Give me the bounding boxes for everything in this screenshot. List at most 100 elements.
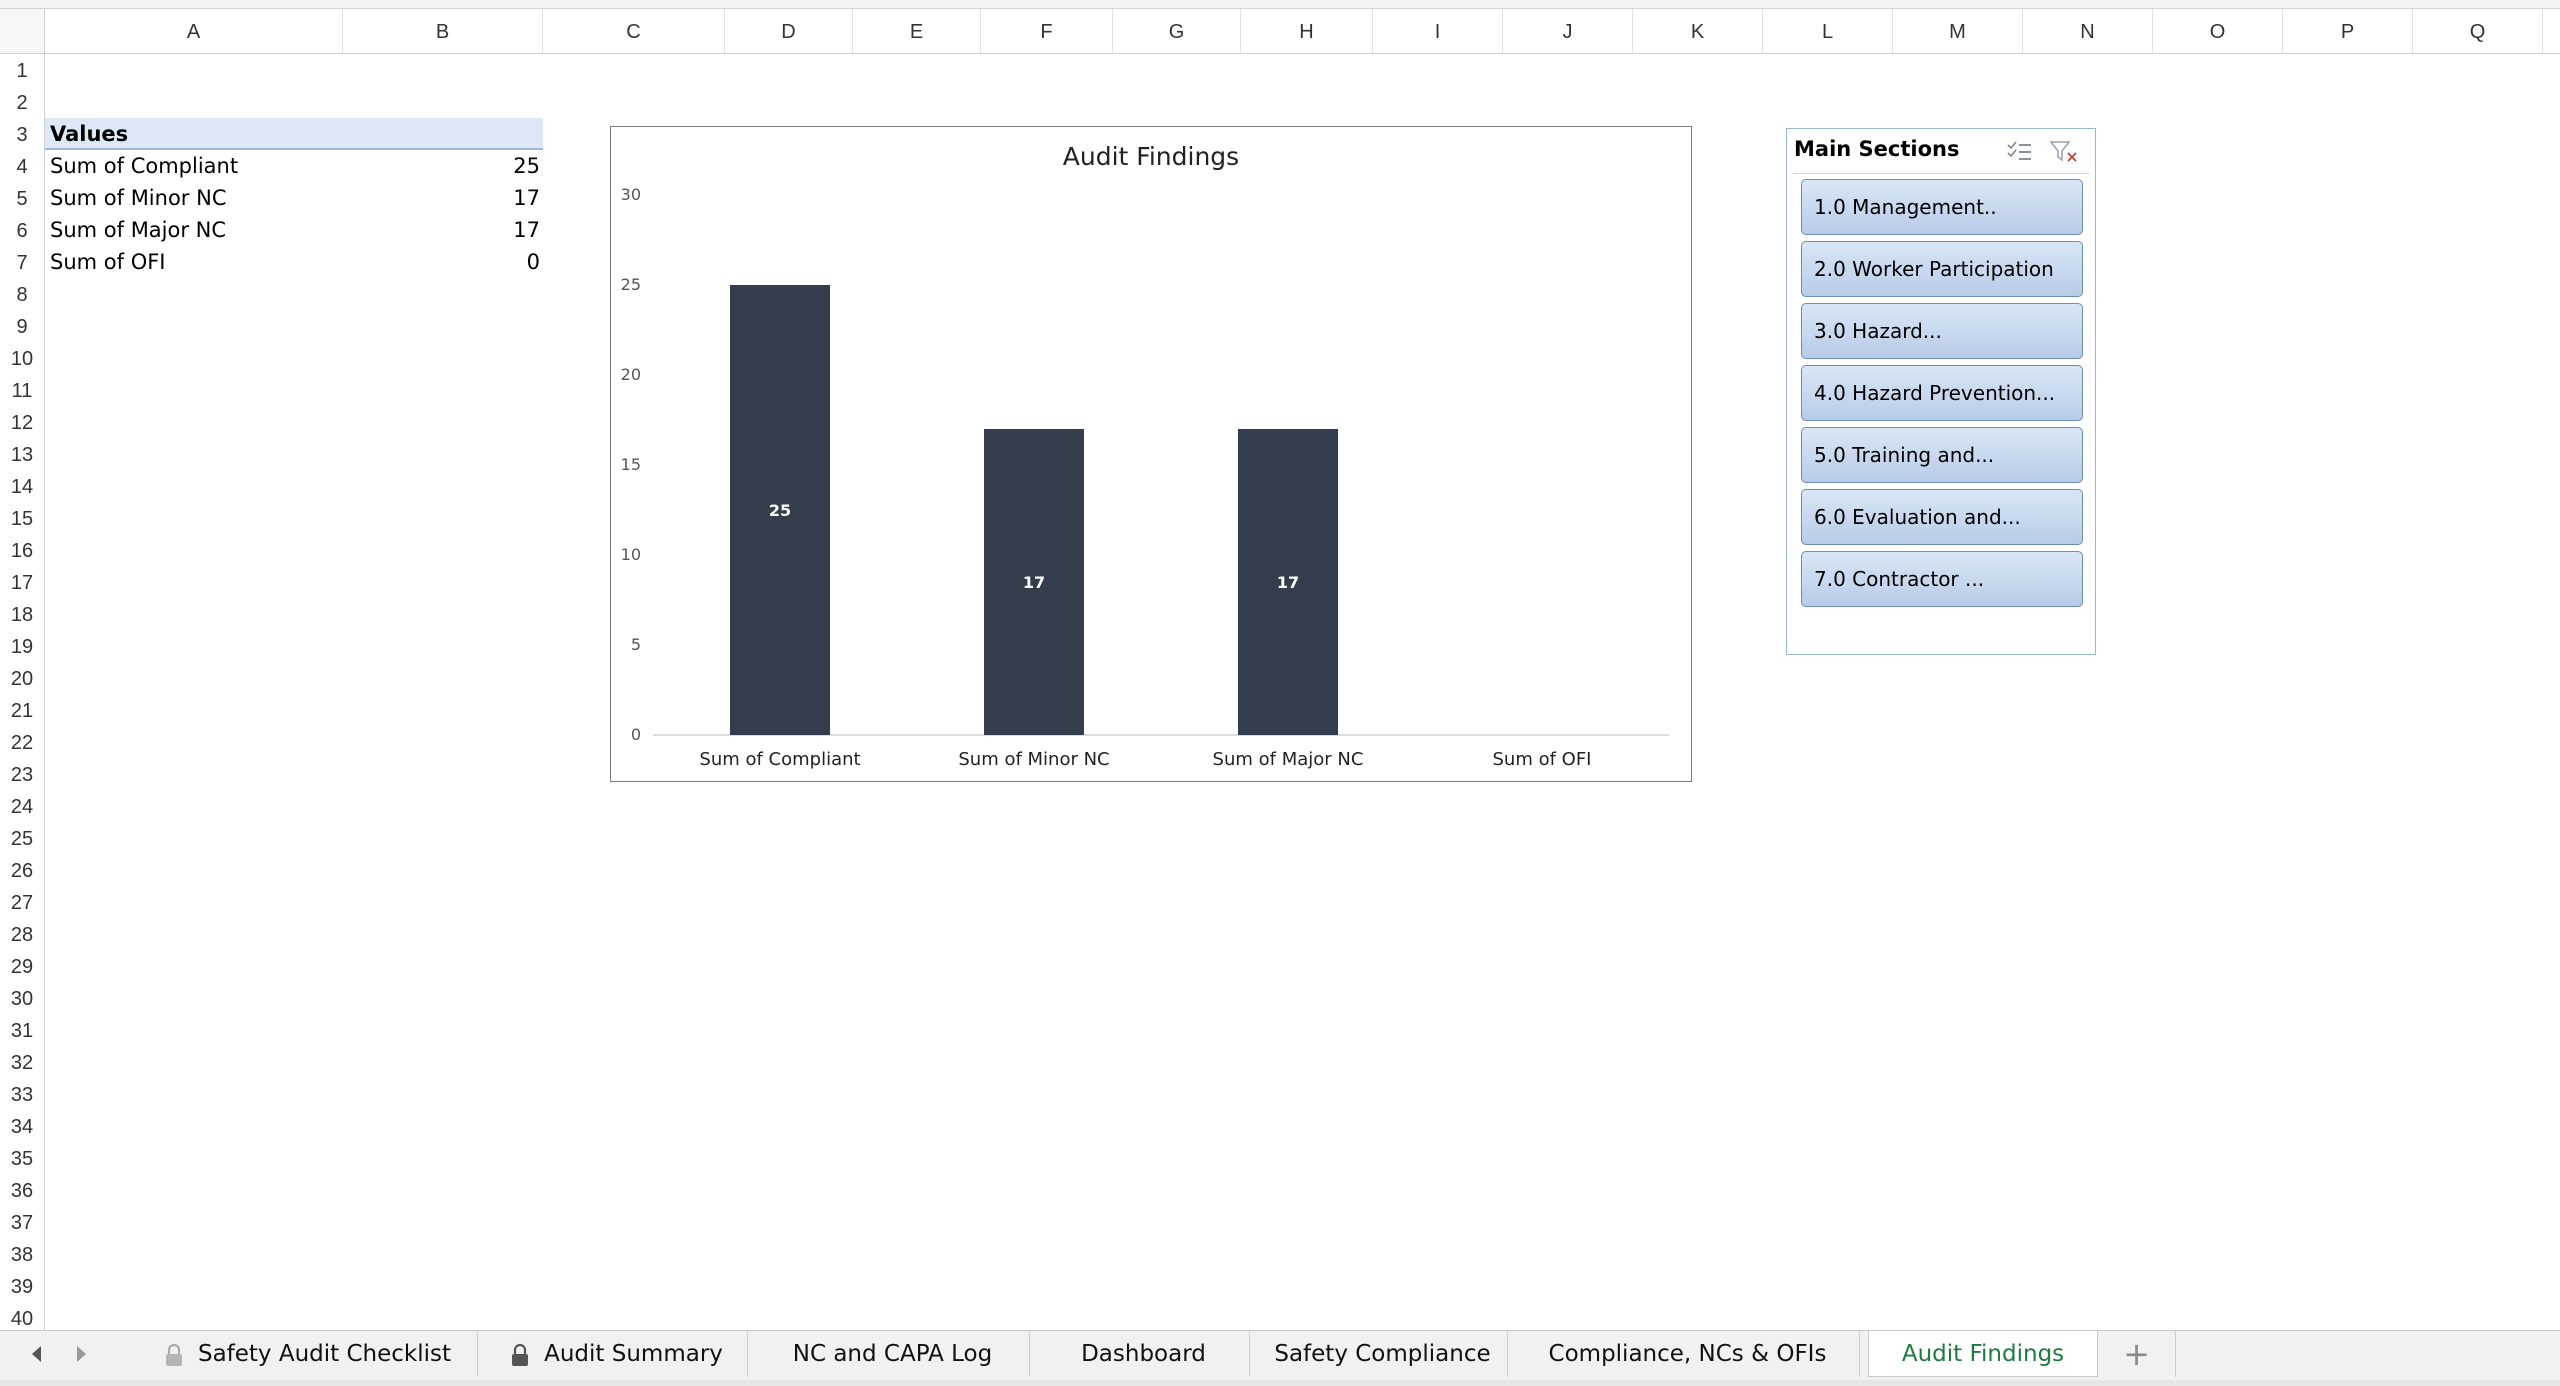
row-header-21[interactable]: 21 (0, 694, 44, 726)
pivot-row-label[interactable]: Sum of Minor NC (50, 182, 226, 214)
row-header-2[interactable]: 2 (0, 86, 44, 118)
main-sections-slicer[interactable]: Main Sections 1.0 Management.. 2.0 Worker… (1786, 128, 2096, 655)
sheet-tab[interactable]: Safety Compliance (1258, 1331, 1508, 1377)
slicer-title: Main Sections (1794, 137, 1960, 161)
row-header-14[interactable]: 14 (0, 470, 44, 502)
column-header-a[interactable]: A (45, 9, 343, 53)
column-header-h[interactable]: H (1241, 9, 1373, 53)
row-header-19[interactable]: 19 (0, 630, 44, 662)
slicer-item[interactable]: 7.0 Contractor ... (1801, 551, 2083, 607)
pivot-row-value[interactable]: 17 (425, 182, 540, 214)
row-header-16[interactable]: 16 (0, 534, 44, 566)
column-header-c[interactable]: C (543, 9, 725, 53)
row-header-24[interactable]: 24 (0, 790, 44, 822)
slicer-item[interactable]: 1.0 Management.. (1801, 179, 2083, 235)
sheet-tab[interactable]: Audit Summary (486, 1331, 748, 1377)
row-header-4[interactable]: 4 (0, 150, 44, 182)
sheet-tab-label: Audit Findings (1901, 1341, 2065, 1367)
row-header-26[interactable]: 26 (0, 854, 44, 886)
slicer-item[interactable]: 3.0 Hazard... (1801, 303, 2083, 359)
multi-select-icon[interactable] (2005, 139, 2033, 165)
x-category-label: Sum of Minor NC (958, 749, 1109, 770)
y-tick-label: 15 (621, 455, 641, 474)
bar-data-label: 17 (1023, 573, 1045, 592)
row-header-9[interactable]: 9 (0, 310, 44, 342)
row-header-3[interactable]: 3 (0, 118, 44, 150)
clear-filter-icon[interactable] (2049, 139, 2079, 165)
pivot-row-value[interactable]: 17 (425, 214, 540, 246)
slicer-item[interactable]: 6.0 Evaluation and... (1801, 489, 2083, 545)
row-header-32[interactable]: 32 (0, 1046, 44, 1078)
column-header-o[interactable]: O (2153, 9, 2283, 53)
row-header-30[interactable]: 30 (0, 982, 44, 1014)
column-header-j[interactable]: J (1503, 9, 1633, 53)
row-header-34[interactable]: 34 (0, 1110, 44, 1142)
column-header-f[interactable]: F (981, 9, 1113, 53)
row-header-25[interactable]: 25 (0, 822, 44, 854)
add-sheet-button[interactable]: + (2098, 1331, 2176, 1377)
row-header-28[interactable]: 28 (0, 918, 44, 950)
row-header-29[interactable]: 29 (0, 950, 44, 982)
row-header-12[interactable]: 12 (0, 406, 44, 438)
column-header-n[interactable]: N (2023, 9, 2153, 53)
column-header-i[interactable]: I (1373, 9, 1503, 53)
row-header-27[interactable]: 27 (0, 886, 44, 918)
slicer-item[interactable]: 2.0 Worker Participation (1801, 241, 2083, 297)
column-header-e[interactable]: E (853, 9, 981, 53)
audit-findings-chart[interactable]: Audit Findings 0 5 10 15 20 25 30 25 Sum of Compl… (610, 126, 1692, 782)
y-tick-label: 25 (621, 275, 641, 294)
pivot-row-value[interactable]: 25 (425, 150, 540, 182)
row-header-35[interactable]: 35 (0, 1142, 44, 1174)
column-header-m[interactable]: M (1893, 9, 2023, 53)
pivot-row-label[interactable]: Sum of Compliant (50, 150, 238, 182)
row-header-13[interactable]: 13 (0, 438, 44, 470)
row-header-20[interactable]: 20 (0, 662, 44, 694)
pivot-values-header[interactable]: Values (50, 118, 128, 150)
slicer-item[interactable]: 5.0 Training and... (1801, 427, 2083, 483)
select-all-corner[interactable] (0, 9, 45, 54)
row-header-37[interactable]: 37 (0, 1206, 44, 1238)
sheet-tab-label: Safety Compliance (1274, 1341, 1491, 1367)
row-header-bar: 1 2 3 4 5 6 7 8 9 10 11 12 13 14 15 16 17 18 19 20 21 22 23 24 2… (0, 54, 45, 1330)
column-header-g[interactable]: G (1113, 9, 1241, 53)
sheet-tab-label: Compliance, NCs & OFIs (1548, 1341, 1827, 1367)
row-header-39[interactable]: 39 (0, 1270, 44, 1302)
column-header-d[interactable]: D (725, 9, 853, 53)
row-header-7[interactable]: 7 (0, 246, 44, 278)
sheet-tab[interactable]: Safety Audit Checklist (138, 1331, 478, 1377)
column-header-p[interactable]: P (2283, 9, 2413, 53)
sheet-tab-label: NC and CAPA Log (792, 1341, 993, 1367)
sheet-tab[interactable]: Audit Findings (1868, 1331, 2098, 1377)
sheet-tab[interactable]: NC and CAPA Log (756, 1331, 1030, 1377)
chart-canvas: Audit Findings 0 5 10 15 20 25 30 25 Sum of Compl… (621, 142, 1669, 770)
column-header-b[interactable]: B (343, 9, 543, 53)
row-header-5[interactable]: 5 (0, 182, 44, 214)
sheet-tab-label: Audit Summary (544, 1341, 723, 1367)
row-header-38[interactable]: 38 (0, 1238, 44, 1270)
column-header-q[interactable]: Q (2413, 9, 2543, 53)
scroll-tabs-right-icon[interactable] (70, 1343, 92, 1365)
status-strip (0, 1380, 2560, 1386)
row-header-18[interactable]: 18 (0, 598, 44, 630)
column-header-l[interactable]: L (1763, 9, 1893, 53)
row-header-11[interactable]: 11 (0, 374, 44, 406)
row-header-15[interactable]: 15 (0, 502, 44, 534)
row-header-10[interactable]: 10 (0, 342, 44, 374)
sheet-tab[interactable]: Compliance, NCs & OFIs (1516, 1331, 1860, 1377)
pivot-row-label[interactable]: Sum of Major NC (50, 214, 226, 246)
scroll-tabs-left-icon[interactable] (26, 1343, 48, 1365)
column-header-k[interactable]: K (1633, 9, 1763, 53)
row-header-36[interactable]: 36 (0, 1174, 44, 1206)
pivot-row-label[interactable]: Sum of OFI (50, 246, 166, 278)
pivot-row-value[interactable]: 0 (425, 246, 540, 278)
row-header-1[interactable]: 1 (0, 54, 44, 86)
row-header-33[interactable]: 33 (0, 1078, 44, 1110)
sheet-tab[interactable]: Dashboard (1038, 1331, 1250, 1377)
row-header-6[interactable]: 6 (0, 214, 44, 246)
row-header-22[interactable]: 22 (0, 726, 44, 758)
row-header-17[interactable]: 17 (0, 566, 44, 598)
row-header-8[interactable]: 8 (0, 278, 44, 310)
slicer-item[interactable]: 4.0 Hazard Prevention... (1801, 365, 2083, 421)
row-header-31[interactable]: 31 (0, 1014, 44, 1046)
row-header-23[interactable]: 23 (0, 758, 44, 790)
